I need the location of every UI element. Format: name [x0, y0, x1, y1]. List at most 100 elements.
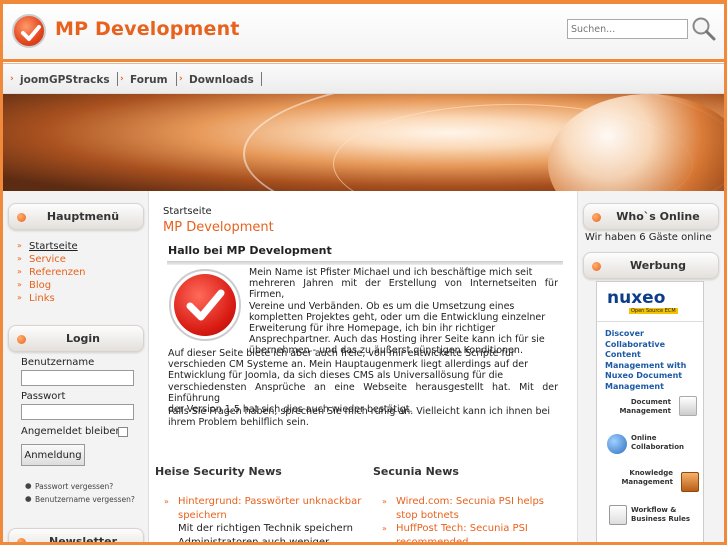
news-link[interactable]: » HuffPost Tech: Secunia PSI recommended [382, 522, 562, 545]
ads-header: Werbung [583, 252, 719, 279]
bullet-icon: ● [25, 494, 32, 503]
menu-item-service[interactable]: » Service [17, 254, 66, 265]
ad-item-online-collaboration: Online Collaboration [597, 428, 703, 462]
ad-item-document-management: Document Management [597, 392, 703, 426]
remember-label: Angemeldet bleiben [21, 426, 122, 437]
chevron-right-icon: » [17, 241, 22, 250]
text-line: verschiedensten Ansprüche an eine Websei… [168, 381, 558, 404]
search-input[interactable] [567, 19, 688, 39]
news-link[interactable]: » Hintergrund: Passwörter unknackbar spe… [164, 495, 364, 522]
chevron-right-icon: » [17, 293, 22, 302]
text-line: verschieden CM Systeme an. Mein Hauptaug… [168, 359, 528, 371]
text-line: Vereine und Verbänden. Ob es um die Umse… [249, 300, 515, 312]
nav-item-label: Forum [130, 74, 168, 86]
chevron-right-icon: › [179, 74, 183, 84]
remember-checkbox[interactable] [118, 427, 128, 437]
right-sidebar: Who`s Online Wir haben 6 Gäste online We… [578, 191, 724, 542]
chevron-right-icon: » [164, 497, 169, 506]
text-line: mehreren Jahren mit der Erstellung von I… [249, 278, 558, 301]
top-navigation: › joomGPStracks › Forum › Downloads [3, 64, 724, 94]
chevron-right-icon: › [120, 74, 124, 84]
ad-logo-area: nuxeo Open Source ECM [597, 282, 703, 322]
username-field[interactable] [21, 370, 134, 386]
search-button[interactable] [691, 16, 717, 42]
forgot-password-link[interactable]: ● Passwort vergessen? [25, 481, 114, 491]
nav-item-label: joomGPStracks [20, 74, 110, 86]
document-icon [679, 396, 697, 416]
news-link-label: HuffPost Tech: Secunia PSI recommended [396, 523, 528, 545]
news-link[interactable]: » Wired.com: Secunia PSI helps stop botn… [382, 495, 562, 522]
ad-item-knowledge-management: Knowledge Management [597, 466, 703, 500]
text-line: Entwicklung für Joomla, da sich dieses C… [168, 370, 504, 382]
breadcrumb: Startseite [163, 206, 212, 217]
menu-item-blog[interactable]: » Blog [17, 280, 51, 291]
nav-item-downloads[interactable]: › Downloads [177, 74, 254, 86]
login-button[interactable]: Anmeldung [21, 444, 85, 466]
password-field[interactable] [21, 404, 134, 420]
article-paragraph-1: Mein Name ist Pfister Michael und ich be… [249, 267, 558, 357]
main-menu-header: Hauptmenü [8, 203, 144, 230]
menu-item-referenzen[interactable]: » Referenzen [17, 267, 85, 278]
left-sidebar: Hauptmenü » Startseite » Service » Refer… [3, 191, 148, 545]
globe-icon [607, 434, 627, 454]
site-logo[interactable] [12, 14, 46, 48]
text-line: Auf dieser Seite biete ich aber auch fre… [168, 348, 515, 359]
menu-item-links[interactable]: » Links [17, 293, 55, 304]
nav-item-joomgpstracks[interactable]: › joomGPStracks [8, 74, 110, 86]
news-link-label: Hintergrund: Passwörter unknackbar speic… [178, 496, 362, 521]
nav-item-forum[interactable]: › Forum [118, 74, 168, 86]
nav-divider [261, 72, 262, 86]
clipboard-icon [609, 505, 627, 525]
newsletter-header: Newsletter [8, 528, 144, 545]
menu-item-label: Service [29, 254, 66, 265]
header-divider [3, 59, 724, 62]
bullet-icon: ● [25, 481, 32, 490]
menu-item-label: Referenzen [29, 267, 86, 278]
checkmark-icon [21, 25, 41, 41]
chevron-right-icon: » [17, 267, 22, 276]
menu-item-label: Blog [29, 280, 52, 291]
checkmark-badge [174, 274, 236, 336]
article-title: Hallo bei MP Development [168, 244, 332, 257]
nuxeo-ad-banner[interactable]: nuxeo Open Source ECM Discover Collabora… [596, 281, 704, 542]
book-icon [681, 472, 699, 492]
module-title: Newsletter [48, 535, 117, 545]
text-line: Erweiterung für ihre Homepage, ich bin i… [249, 323, 496, 335]
module-title: Who`s Online [616, 210, 700, 223]
whos-online-header: Who`s Online [583, 203, 719, 230]
article-title-underline [167, 261, 563, 265]
ad-item-label: Online Collaboration [631, 434, 685, 451]
menu-item-label: Links [29, 293, 55, 304]
site-title[interactable]: MP Development [55, 18, 240, 40]
nuxeo-logo: nuxeo [607, 288, 666, 308]
chevron-right-icon: » [382, 497, 387, 506]
search-icon [692, 17, 716, 41]
page-title: MP Development [163, 220, 274, 235]
text-line: ihrem Problem behilflich sein. [168, 417, 309, 429]
heise-news-title: Heise Security News [155, 465, 282, 478]
ad-item-label: Document Management [619, 398, 671, 415]
site-header: MP Development [3, 4, 724, 64]
text-line: kompletten Projektes geht, oder um die E… [249, 311, 546, 323]
ad-item-label: Knowledge Management [621, 469, 673, 486]
forgot-username-link[interactable]: ● Benutzername vergessen? [25, 494, 135, 504]
checkmark-icon [186, 289, 225, 321]
username-label: Benutzername [21, 357, 95, 368]
article-checkmark-image [169, 269, 241, 341]
menu-item-startseite[interactable]: » Startseite [17, 241, 78, 252]
header-banner-image [3, 94, 724, 191]
module-title: Hauptmenü [46, 210, 120, 223]
text-line: Ansprechpartner. Auch das Hosting ihrer … [249, 334, 545, 346]
news-description: Mit der richtigen Technik speichern Admi… [178, 523, 353, 545]
page-frame: MP Development › joomGPStracks › Forum ›… [0, 0, 727, 545]
link-label: Passwort vergessen? [35, 482, 114, 491]
nuxeo-tagline: Open Source ECM [629, 308, 678, 314]
main-content: Startseite MP Development Hallo bei MP D… [148, 191, 578, 545]
module-title: Werbung [629, 259, 687, 272]
news-link-label: Wired.com: Secunia PSI helps stop botnet… [396, 496, 545, 521]
password-label: Passwort [21, 391, 66, 402]
menu-item-label: Startseite [29, 241, 78, 252]
ad-item-label: Workflow & Business Rules [631, 506, 691, 523]
link-label: Benutzername vergessen? [35, 495, 135, 504]
secunia-news-title: Secunia News [373, 465, 459, 478]
